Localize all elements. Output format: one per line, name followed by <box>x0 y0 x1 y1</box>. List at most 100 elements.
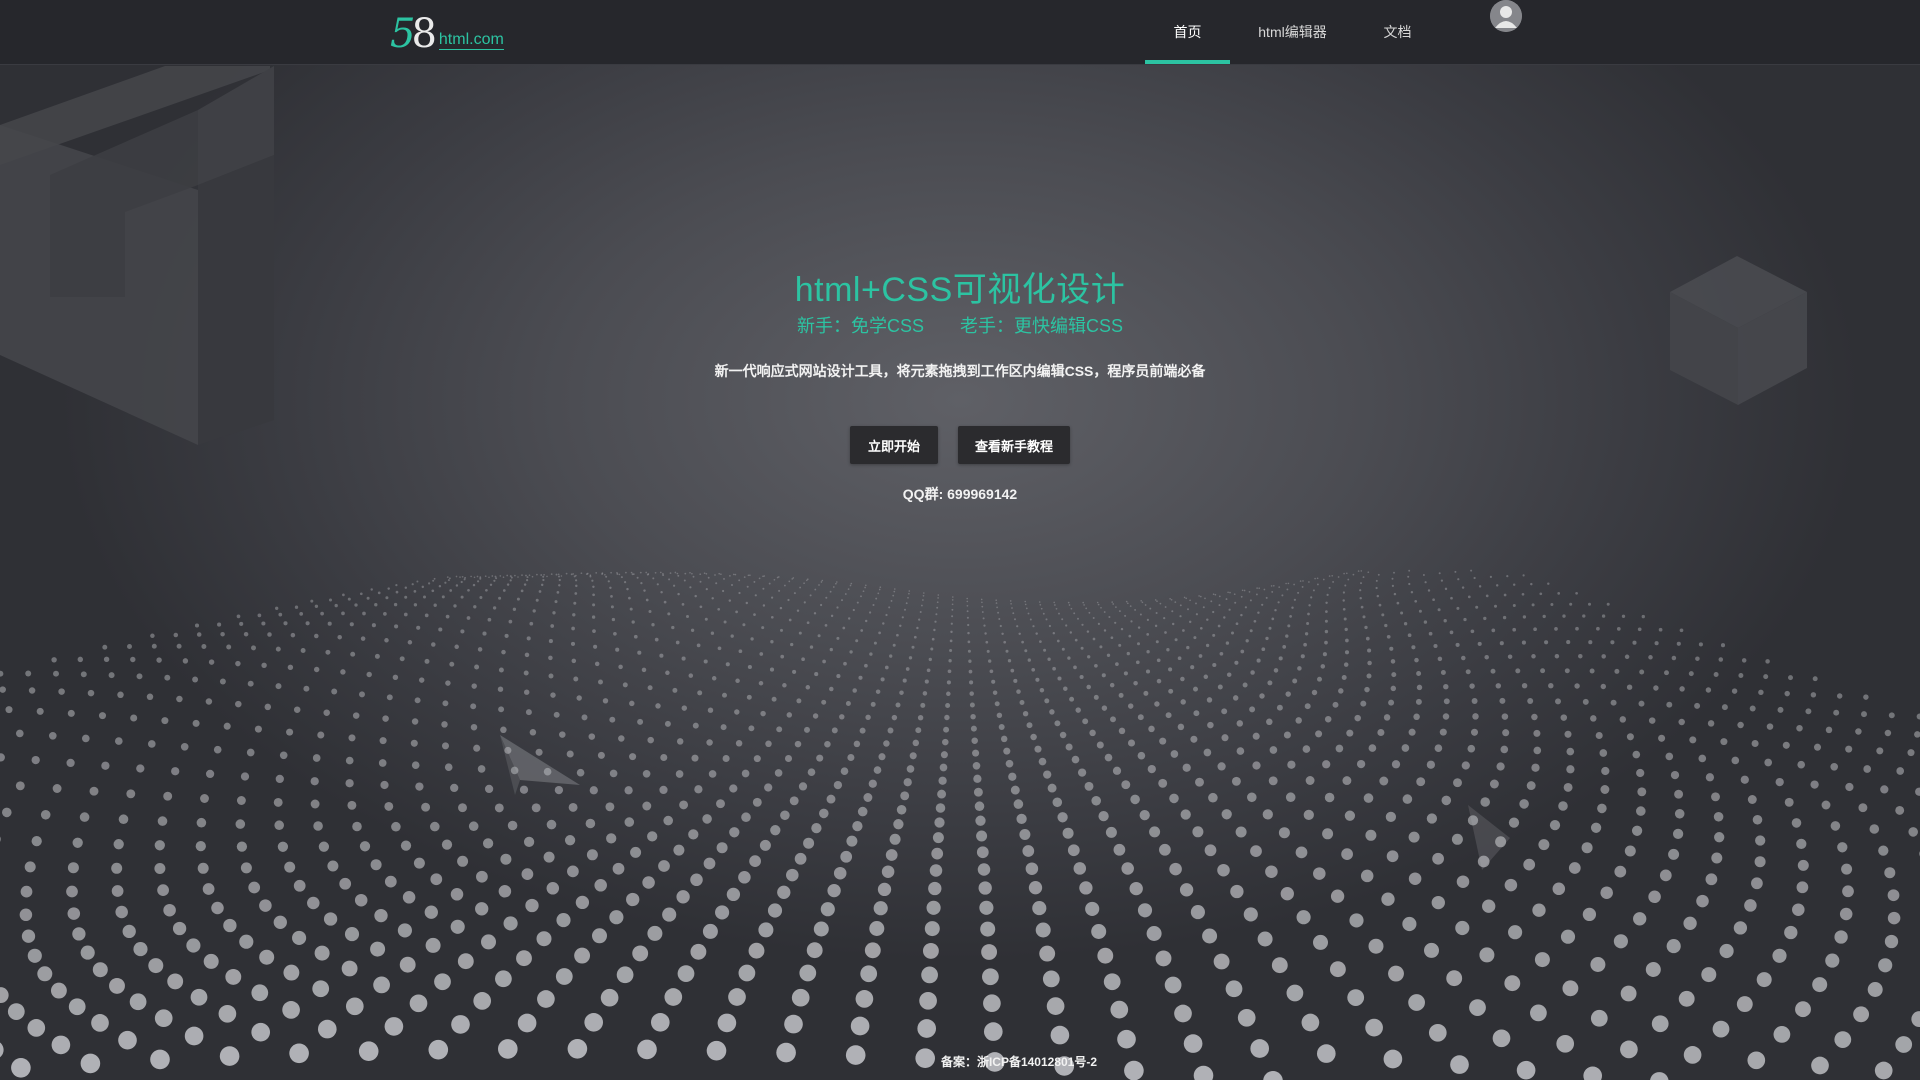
particle-dot <box>531 575 534 578</box>
particle-dot <box>1659 869 1672 882</box>
particle-dot <box>548 639 553 644</box>
particle-dot <box>472 583 476 587</box>
particle-dot <box>803 837 815 849</box>
particle-dot <box>1784 797 1794 807</box>
particle-dot <box>1701 967 1717 983</box>
particle-dot <box>520 589 524 593</box>
particle-dot <box>1202 928 1218 944</box>
particle-dot <box>932 832 944 844</box>
particle-dot <box>458 803 467 813</box>
particle-dot <box>595 572 598 574</box>
particle-dot <box>31 835 42 847</box>
particle-dot <box>908 590 911 592</box>
particle-dot <box>1225 980 1243 998</box>
particle-dot <box>1424 942 1439 958</box>
particle-dot <box>1751 739 1759 748</box>
nav-docs[interactable]: 文档 <box>1360 0 1435 64</box>
particle-dot <box>1234 660 1239 665</box>
particle-dot <box>1461 655 1466 661</box>
particle-dot <box>1331 574 1334 577</box>
particle-dot <box>1391 760 1401 769</box>
particle-dot <box>1601 654 1606 659</box>
particle-dot <box>981 944 998 960</box>
particle-dot <box>1297 666 1302 671</box>
particle-dot <box>1671 655 1677 661</box>
particle-dot <box>477 580 480 583</box>
particle-dot <box>1128 634 1132 638</box>
particle-dot <box>433 603 437 607</box>
particle-dot <box>1311 689 1318 696</box>
particle-dot <box>1126 602 1129 605</box>
particle-dot <box>1054 604 1056 606</box>
particle-dot <box>970 713 976 720</box>
site-logo[interactable]: 58 html.com <box>390 8 504 54</box>
particle-dot <box>1408 569 1411 572</box>
nav-home[interactable]: 首页 <box>1145 0 1230 64</box>
particle-dot <box>1223 616 1226 619</box>
particle-dot <box>628 596 631 600</box>
particle-dot <box>904 608 906 611</box>
particle-dot <box>399 956 416 973</box>
particle-dot <box>1600 886 1613 899</box>
particle-dot <box>789 796 799 806</box>
particle-dot <box>1005 649 1009 653</box>
particle-dot <box>5 706 13 714</box>
particle-dot <box>836 674 841 679</box>
particle-dot <box>1365 829 1377 841</box>
subtitle-beginner: 新手：免学CSS <box>796 316 924 336</box>
particle-dot <box>1292 678 1298 684</box>
particle-dot <box>1560 714 1568 721</box>
particle-dot <box>1853 1006 1870 1023</box>
particle-dot <box>996 606 998 609</box>
particle-dot <box>1332 580 1335 583</box>
particle-dot <box>750 637 754 641</box>
tutorial-button[interactable]: 查看新手教程 <box>958 426 1070 464</box>
particle-dot <box>113 839 124 850</box>
particle-dot <box>484 784 494 794</box>
particle-dot <box>523 583 527 586</box>
particle-dot <box>1707 720 1715 727</box>
particle-dot <box>718 572 721 575</box>
particle-dot <box>1345 572 1348 575</box>
particle-dot <box>580 572 583 575</box>
particle-dot <box>1011 607 1013 609</box>
particle-dot <box>825 596 828 599</box>
particle-dot <box>1467 815 1479 826</box>
particle-dot <box>493 579 496 582</box>
particle-dot <box>1133 680 1138 686</box>
particle-dot <box>1442 713 1450 720</box>
particle-dot <box>940 751 948 759</box>
particle-dot <box>1564 730 1572 738</box>
particle-dot <box>1261 647 1266 652</box>
particle-dot <box>488 576 490 579</box>
nav-html-editor[interactable]: html编辑器 <box>1245 0 1340 64</box>
particle-dot <box>1558 801 1568 811</box>
particle-dot <box>438 584 442 588</box>
particle-dot <box>553 711 560 718</box>
particle-dot <box>1100 606 1102 609</box>
particle-dot <box>1813 743 1822 751</box>
particle-dot <box>567 865 579 878</box>
particle-dot <box>870 701 876 707</box>
particle-dot <box>133 942 148 957</box>
particle-dot <box>1001 632 1004 636</box>
start-button[interactable]: 立即开始 <box>850 426 938 464</box>
particle-dot <box>546 819 557 830</box>
particle-dot <box>852 688 857 693</box>
particle-dot <box>969 702 975 708</box>
particle-dot <box>1522 574 1525 577</box>
particle-dot <box>1330 889 1345 903</box>
particle-dot <box>613 631 617 636</box>
particle-dot <box>1055 607 1058 610</box>
particle-dot <box>1293 598 1296 601</box>
particle-dot <box>399 656 405 662</box>
particle-dot <box>592 585 595 589</box>
particle-dot <box>878 631 881 635</box>
particle-dot <box>818 584 820 586</box>
user-avatar-icon[interactable] <box>1490 0 1522 32</box>
particle-dot <box>873 641 877 645</box>
particle-dot <box>731 584 733 586</box>
particle-dot <box>525 898 539 913</box>
particle-dot <box>690 943 707 960</box>
particle-dot <box>1345 638 1349 643</box>
